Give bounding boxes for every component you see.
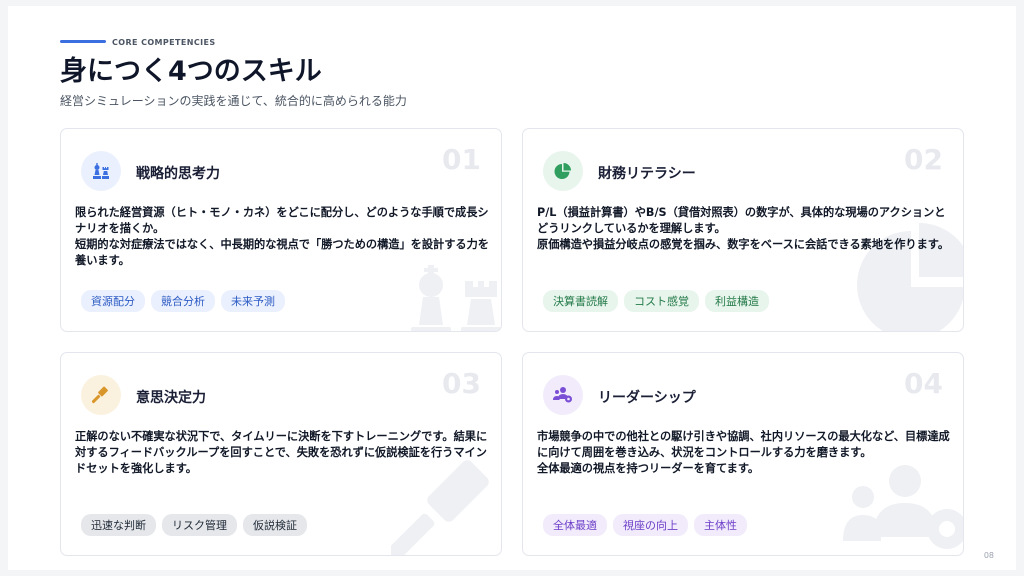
pie-chart-icon [543,151,583,191]
tag: 競合分析 [151,290,215,312]
tag: 資源配分 [81,290,145,312]
eyebrow-label: CORE COMPETENCIES [112,38,216,47]
tag: 仮説検証 [243,514,307,536]
tag: コスト感覚 [624,290,699,312]
tag: 視座の向上 [613,514,688,536]
tag: 利益構造 [705,290,769,312]
tag-list: 全体最適 視座の向上 主体性 [543,514,747,536]
skill-card-leadership: 04 リーダーシップ 市場競争の中での他社との駆け引きや協調、社内リソースの最大… [522,352,964,556]
card-title: 財務リテラシー [598,166,696,182]
card-body: 市場競争の中での他社との駆け引きや協調、社内リソースの最大化など、目標達成に向け… [537,429,953,477]
tag-list: 迅速な判断 リスク管理 仮説検証 [81,514,307,536]
tag-list: 資源配分 競合分析 未来予測 [81,290,285,312]
skill-card-finance: 02 財務リテラシー P/L（損益計算書）やB/S（貸借対照表）の数字が、具体的… [522,128,964,332]
card-title: リーダーシップ [598,390,696,406]
tag-list: 決算書読解 コスト感覚 利益構造 [543,290,769,312]
chess-icon [81,151,121,191]
page-number: 08 [983,551,994,560]
card-paragraph: 短期的な対症療法ではなく、中長期的な視点で「勝つための構造」を設計する力を養いま… [75,238,489,267]
card-number: 01 [442,143,481,176]
tag: 迅速な判断 [81,514,156,536]
tag: リスク管理 [162,514,237,536]
card-body: 限られた経営資源（ヒト・モノ・カネ）をどこに配分し、どのような手順で成長シナリオ… [75,205,491,269]
card-body: P/L（損益計算書）やB/S（貸借対照表）の数字が、具体的な現場のアクションとど… [537,205,953,253]
card-paragraph: 限られた経営資源（ヒト・モノ・カネ）をどこに配分し、どのような手順で成長シナリオ… [75,206,489,235]
card-number: 02 [904,143,943,176]
skill-card-strategy: 01 戦略的思考力 限られた経営資源（ヒト・モノ・カネ）をどこに配分し、どのよう… [60,128,502,332]
tag: 未来予測 [221,290,285,312]
team-icon [543,375,583,415]
page-subtitle: 経営シミュレーションの実践を通じて、統合的に高められる能力 [60,94,407,108]
card-body: 正解のない不確実な状況下で、タイムリーに決断を下すトレーニングです。結果に対する… [75,429,491,477]
slide: CORE COMPETENCIES 身につく4つのスキル 経営シミュレーションの… [8,6,1016,570]
card-title: 意思決定力 [136,390,206,406]
tag: 決算書読解 [543,290,618,312]
tag: 主体性 [694,514,747,536]
card-paragraph: 全体最適の視点を持つリーダーを育てます。 [537,462,760,475]
card-paragraph: P/L（損益計算書）やB/S（貸借対照表）の数字が、具体的な現場のアクションとど… [537,206,946,235]
card-paragraph: 市場競争の中での他社との駆け引きや協調、社内リソースの最大化など、目標達成に向け… [537,430,950,459]
skill-card-decision: 03 意思決定力 正解のない不確実な状況下で、タイムリーに決断を下すトレーニング… [60,352,502,556]
card-paragraph: 原価構造や損益分岐点の感覚を掴み、数字をベースに会話できる素地を作ります。 [537,238,950,251]
gavel-icon [81,375,121,415]
tag: 全体最適 [543,514,607,536]
card-number: 03 [442,367,481,400]
card-title: 戦略的思考力 [136,166,220,182]
card-paragraph: 正解のない不確実な状況下で、タイムリーに決断を下すトレーニングです。結果に対する… [75,430,488,475]
page-title: 身につく4つのスキル [60,56,322,87]
accent-bar [60,40,106,43]
card-number: 04 [904,367,943,400]
